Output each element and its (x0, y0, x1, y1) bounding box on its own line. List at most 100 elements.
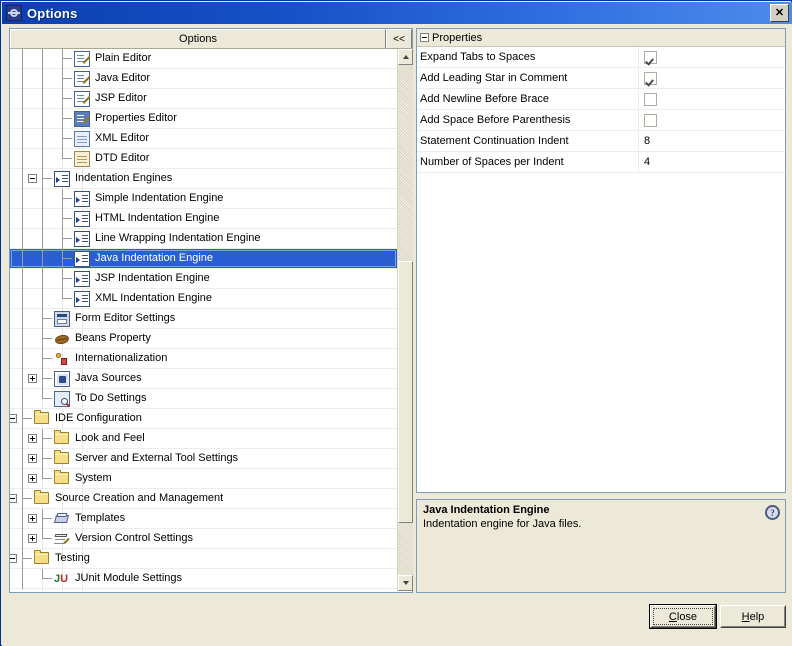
checkbox-checked-icon[interactable] (644, 50, 657, 64)
help-icon[interactable]: ? (765, 505, 780, 520)
tree-item-beans-property[interactable]: Beans Property (10, 329, 397, 349)
expand-node-icon[interactable] (28, 534, 37, 543)
tree-item-to-do-settings[interactable]: To Do Settings (10, 389, 397, 409)
tree-item-html-indentation-engine[interactable]: HTML Indentation Engine (10, 209, 397, 229)
tree-list: Plain Editor Java Editor JSP Editor Propert… (10, 49, 397, 591)
checkbox-unchecked-icon[interactable] (644, 113, 657, 127)
tree-guide-line (12, 189, 32, 209)
property-value[interactable] (639, 89, 785, 109)
tree-item-label: Properties Editor (95, 112, 177, 124)
collapse-node-icon[interactable] (10, 554, 17, 563)
indent-engine-icon (74, 191, 90, 207)
tree-item-label: HTML Indentation Engine (95, 212, 220, 224)
tree-item-junit-module-settings[interactable]: JU JUnit Module Settings (10, 569, 397, 589)
tree-guide-line (32, 69, 52, 89)
help-button-label: elp (749, 610, 765, 623)
tree-guide-line (12, 249, 32, 269)
scrollbar-thumb[interactable] (398, 261, 413, 523)
collapse-node-icon[interactable] (10, 414, 17, 423)
checkbox-unchecked-icon[interactable] (644, 92, 657, 106)
tree-guide-line (32, 209, 52, 229)
form-editor-icon (54, 311, 70, 327)
tree-item-look-and-feel[interactable]: Look and Feel (10, 429, 397, 449)
scroll-up-arrow-icon[interactable] (398, 49, 413, 65)
tree-item-java-editor[interactable]: Java Editor (10, 69, 397, 89)
tree-elbow-connector (52, 149, 72, 169)
tree-guide-line (32, 289, 52, 309)
tree-elbow-connector (32, 349, 52, 369)
tree-item-label: Java Indentation Engine (95, 252, 214, 264)
tree-item-ide-configuration[interactable]: IDE Configuration (10, 409, 397, 429)
property-value[interactable] (639, 68, 785, 88)
tree-item-system[interactable]: System (10, 469, 397, 489)
tree-guide-line (32, 149, 52, 169)
tree-item-source-creation-and-management[interactable]: Source Creation and Management (10, 489, 397, 509)
collapse-node-icon[interactable] (28, 174, 37, 183)
close-button[interactable]: Close (649, 604, 717, 629)
tree-guide-line (12, 49, 32, 69)
tree-item-line-wrapping-indentation-engine[interactable]: Line Wrapping Indentation Engine (10, 229, 397, 249)
tree-item-version-control-settings[interactable]: Version Control Settings (10, 529, 397, 549)
expand-node-icon[interactable] (28, 374, 37, 383)
tree-item-jsp-editor[interactable]: JSP Editor (10, 89, 397, 109)
tree-item-server-and-external-tool-settings[interactable]: Server and External Tool Settings (10, 449, 397, 469)
tree-item-templates[interactable]: Templates (10, 509, 397, 529)
property-sheet: Properties Expand Tabs to Spaces Add Lead… (416, 28, 786, 493)
editor-icon (74, 91, 90, 107)
tree-item-dtd-editor[interactable]: DTD Editor (10, 149, 397, 169)
tree-item-label: Internationalization (75, 352, 168, 364)
tree-item-form-editor-settings[interactable]: Form Editor Settings (10, 309, 397, 329)
tree-item-java-sources[interactable]: Java Sources (10, 369, 397, 389)
tree-item-jsp-indentation-engine[interactable]: JSP Indentation Engine (10, 269, 397, 289)
property-row[interactable]: Add Space Before Parenthesis (417, 110, 785, 131)
tree-item-testing[interactable]: Testing (10, 549, 397, 569)
description-body: Indentation engine for Java files. (423, 518, 582, 530)
property-name: Statement Continuation Indent (417, 131, 639, 151)
tree-item-indentation-engines[interactable]: Indentation Engines (10, 169, 397, 189)
tree-item-label: Line Wrapping Indentation Engine (95, 232, 261, 244)
expand-node-icon[interactable] (28, 514, 37, 523)
tree-item-java-indentation-engine[interactable]: Java Indentation Engine (10, 249, 397, 269)
property-value[interactable] (639, 47, 785, 67)
expand-node-icon[interactable] (28, 474, 37, 483)
expand-node-icon[interactable] (28, 454, 37, 463)
collapse-node-icon[interactable] (10, 494, 17, 503)
tree-elbow-connector (52, 209, 72, 229)
tree-item-internationalization[interactable]: Internationalization (10, 349, 397, 369)
tree-item-label: JSP Indentation Engine (95, 272, 210, 284)
tree-header-options-column[interactable]: Options (10, 29, 386, 48)
tree-item-plain-editor[interactable]: Plain Editor (10, 49, 397, 69)
tree-item-simple-indentation-engine[interactable]: Simple Indentation Engine (10, 189, 397, 209)
editor-icon (74, 71, 90, 87)
tree-item-label: System (75, 472, 112, 484)
property-row[interactable]: Add Newline Before Brace (417, 89, 785, 110)
property-value[interactable]: 8 (639, 131, 785, 151)
property-row[interactable]: Number of Spaces per Indent 4 (417, 152, 785, 173)
property-value[interactable]: 4 (639, 152, 785, 172)
tree-guide-line (32, 129, 52, 149)
property-value[interactable] (639, 110, 785, 130)
collapse-all-button[interactable]: << (386, 29, 412, 48)
expand-node-icon[interactable] (28, 434, 37, 443)
dtd-editor-icon (74, 151, 90, 167)
property-group-header[interactable]: Properties (417, 29, 785, 47)
collapse-group-icon[interactable] (420, 33, 429, 42)
folder-icon (34, 410, 49, 424)
property-row[interactable]: Add Leading Star in Comment (417, 68, 785, 89)
property-name: Add Space Before Parenthesis (417, 110, 639, 130)
checkbox-checked-icon[interactable] (644, 71, 657, 85)
property-row[interactable]: Statement Continuation Indent 8 (417, 131, 785, 152)
scroll-down-arrow-icon[interactable] (398, 575, 413, 591)
tree-vertical-scrollbar[interactable] (397, 49, 413, 591)
tree-guide-line (12, 129, 32, 149)
tree-item-properties-editor[interactable]: Properties Editor (10, 109, 397, 129)
scrollbar-track[interactable] (398, 65, 413, 575)
window-title: Options (27, 5, 78, 21)
help-button[interactable]: Help (720, 605, 786, 628)
close-icon[interactable]: ✕ (770, 4, 789, 22)
tree-item-xml-indentation-engine[interactable]: XML Indentation Engine (10, 289, 397, 309)
property-row[interactable]: Expand Tabs to Spaces (417, 47, 785, 68)
tree-item-xml-editor[interactable]: XML Editor (10, 129, 397, 149)
folder-icon (54, 430, 69, 444)
tree-guide-line (12, 229, 32, 249)
